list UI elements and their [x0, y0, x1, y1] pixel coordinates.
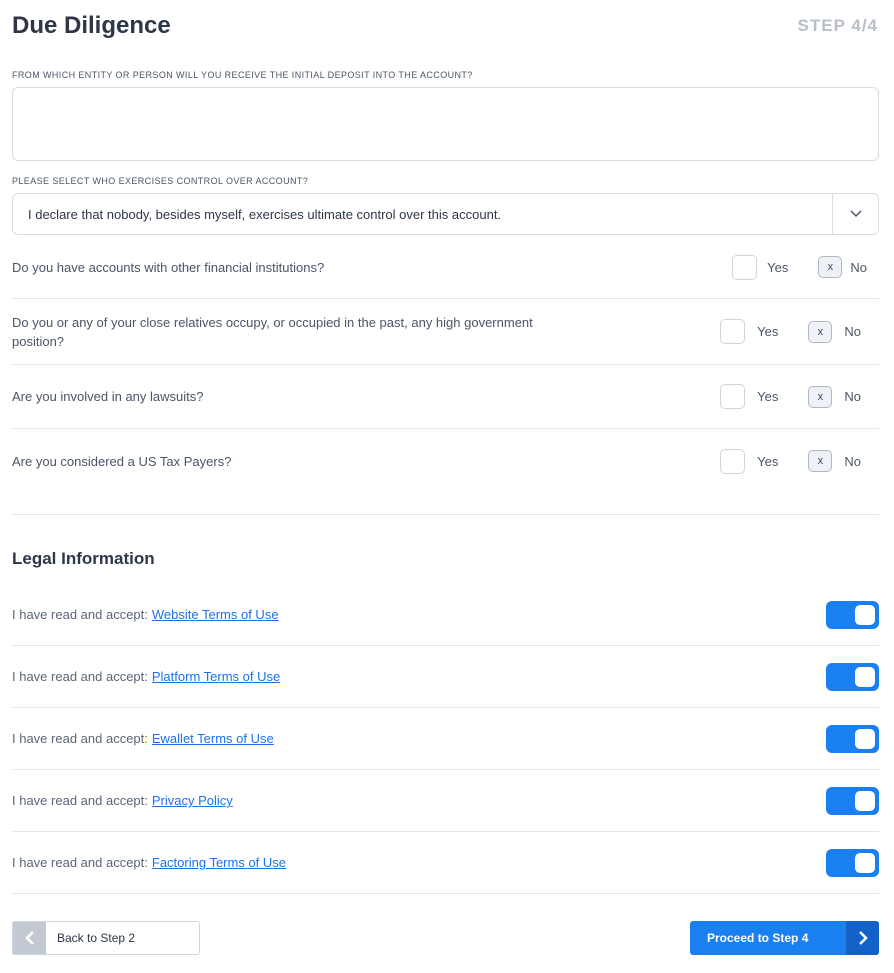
back-arrow: [13, 922, 46, 954]
legal-section-title: Legal Information: [12, 549, 155, 568]
privacy-policy-link[interactable]: Privacy Policy: [152, 793, 233, 808]
legal-prefix: I have read and accept:: [12, 731, 148, 746]
toggle-knob: [855, 728, 875, 749]
chevron-left-icon: [24, 931, 34, 945]
privacy-policy-toggle[interactable]: [826, 786, 879, 815]
yes-checkbox[interactable]: [720, 448, 746, 474]
step-indicator: STEP 4/4: [797, 16, 878, 35]
deposit-source-textarea[interactable]: [12, 87, 879, 161]
dropdown-toggle[interactable]: [832, 194, 878, 234]
yes-checkbox[interactable]: [720, 319, 746, 344]
chevron-right-icon: [858, 931, 868, 945]
no-label: No: [844, 389, 861, 404]
control-select-value: I declare that nobody, besides myself, e…: [28, 206, 502, 222]
legal-row: I have read and accept: Website Terms of…: [12, 584, 879, 646]
yes-no-group: Yes x No: [720, 384, 879, 409]
no-checkbox[interactable]: x: [818, 256, 843, 278]
question-row: Do you have accounts with other financia…: [12, 236, 879, 299]
page-title: Due Diligence: [12, 12, 171, 39]
question-text: Do you have accounts with other financia…: [12, 259, 325, 275]
question-row: Are you involved in any lawsuits? Yes x …: [12, 365, 879, 429]
yes-checkbox[interactable]: [720, 384, 746, 409]
question-row: Are you considered a US Tax Payers? Yes …: [12, 429, 879, 493]
ewallet-terms-link[interactable]: Ewallet Terms of Use: [152, 731, 274, 746]
platform-terms-toggle[interactable]: [826, 662, 879, 691]
chevron-down-icon: [849, 210, 862, 218]
deposit-source-label: FROM WHICH ENTITY OR PERSON WILL YOU REC…: [12, 70, 473, 80]
yes-no-group: Yes x No: [720, 448, 879, 474]
toggle-knob: [855, 604, 875, 625]
legal-prefix: I have read and accept:: [12, 607, 148, 622]
toggle-knob: [855, 790, 875, 811]
website-terms-link[interactable]: Website Terms of Use: [152, 607, 279, 622]
question-text: Are you considered a US Tax Payers?: [12, 453, 232, 469]
yes-label: Yes: [757, 324, 779, 339]
legal-row: I have read and accept: Platform Terms o…: [12, 646, 879, 708]
no-checkbox[interactable]: x: [808, 385, 833, 408]
yes-no-group: Yes x No: [732, 254, 879, 280]
no-checkbox[interactable]: x: [808, 450, 833, 472]
control-select[interactable]: I declare that nobody, besides myself, e…: [12, 193, 879, 235]
next-arrow: [846, 921, 879, 955]
legal-row: I have read and accept: Factoring Terms …: [12, 832, 879, 894]
legal-row: I have read and accept: Ewallet Terms of…: [12, 708, 879, 770]
toggle-knob: [855, 666, 875, 687]
legal-prefix: I have read and accept:: [12, 669, 148, 684]
no-label: No: [844, 453, 861, 469]
platform-terms-link[interactable]: Platform Terms of Use: [152, 669, 280, 684]
yes-label: Yes: [757, 389, 779, 404]
yes-no-group: Yes x No: [720, 319, 879, 344]
yes-checkbox[interactable]: [732, 254, 758, 280]
factoring-terms-link[interactable]: Factoring Terms of Use: [152, 855, 286, 870]
factoring-terms-toggle[interactable]: [826, 848, 879, 877]
yes-label: Yes: [757, 453, 779, 469]
no-label: No: [850, 259, 867, 275]
control-select-label: PLEASE SELECT WHO EXERCISES CONTROL OVER…: [12, 176, 309, 186]
section-divider: [12, 514, 879, 515]
ewallet-terms-toggle[interactable]: [826, 724, 879, 753]
no-label: No: [844, 324, 861, 339]
legal-prefix: I have read and accept:: [12, 793, 148, 808]
proceed-button[interactable]: Proceed to Step 4: [690, 921, 879, 955]
back-button[interactable]: Back to Step 2: [12, 921, 200, 955]
question-text: Do you or any of your close relatives oc…: [12, 314, 533, 349]
website-terms-toggle[interactable]: [826, 600, 879, 629]
question-row: Do you or any of your close relatives oc…: [12, 299, 879, 365]
proceed-button-label: Proceed to Step 4: [707, 931, 809, 945]
toggle-knob: [855, 852, 875, 873]
legal-row: I have read and accept: Privacy Policy: [12, 770, 879, 832]
yes-label: Yes: [767, 259, 789, 275]
back-button-label: Back to Step 2: [57, 931, 136, 945]
question-text: Are you involved in any lawsuits?: [12, 389, 204, 404]
no-checkbox[interactable]: x: [808, 320, 833, 343]
legal-prefix: I have read and accept:: [12, 855, 148, 870]
